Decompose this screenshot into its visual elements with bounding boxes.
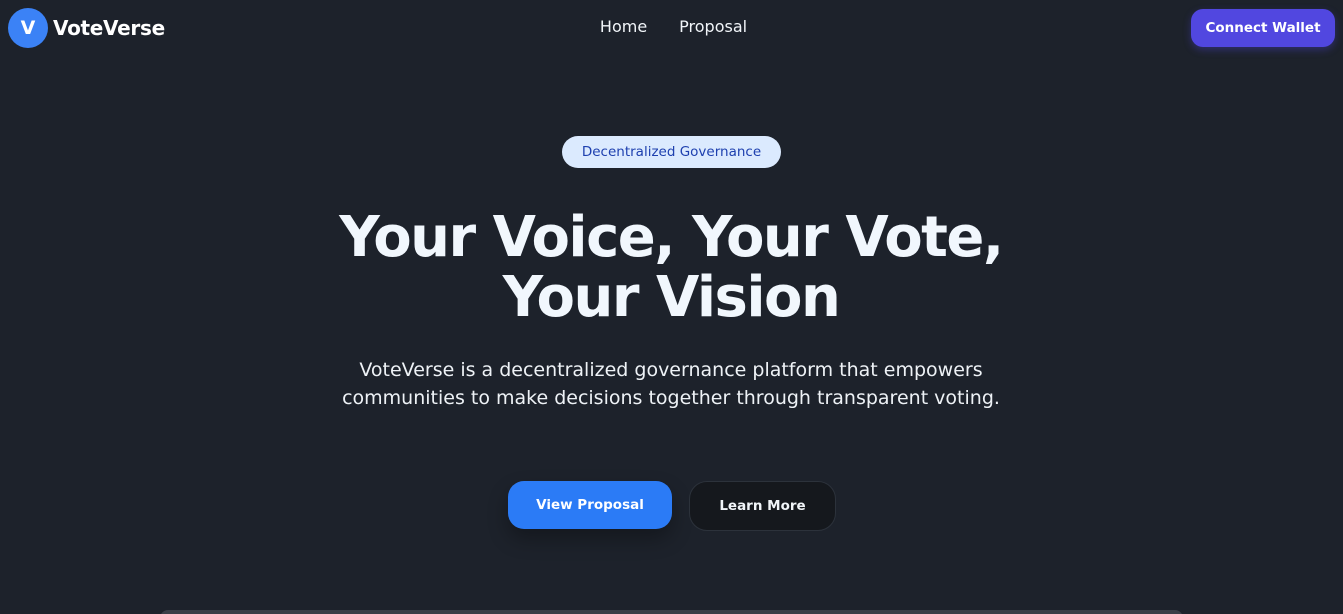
learn-more-button[interactable]: Learn More (689, 481, 836, 531)
next-section-edge (160, 610, 1183, 614)
nav-home-link[interactable]: Home (600, 17, 647, 36)
hero-title: Your Voice, Your Vote, Your Vision (171, 208, 1171, 328)
landing-page: V VoteVerse Home Proposal Connect Wallet… (0, 0, 1343, 614)
connect-wallet-button[interactable]: Connect Wallet (1191, 9, 1335, 47)
nav-proposal-link[interactable]: Proposal (679, 17, 747, 36)
top-navbar: V VoteVerse Home Proposal Connect Wallet (0, 0, 1343, 56)
hero-title-line-1: Your Voice, Your Vote, (339, 205, 1004, 270)
hero-title-line-2: Your Vision (502, 265, 841, 330)
main-nav: Home Proposal (0, 17, 1343, 36)
hero-description: VoteVerse is a decentralized governance … (342, 359, 1000, 409)
view-proposal-button[interactable]: View Proposal (508, 481, 672, 529)
hero-badge: Decentralized Governance (562, 136, 781, 168)
